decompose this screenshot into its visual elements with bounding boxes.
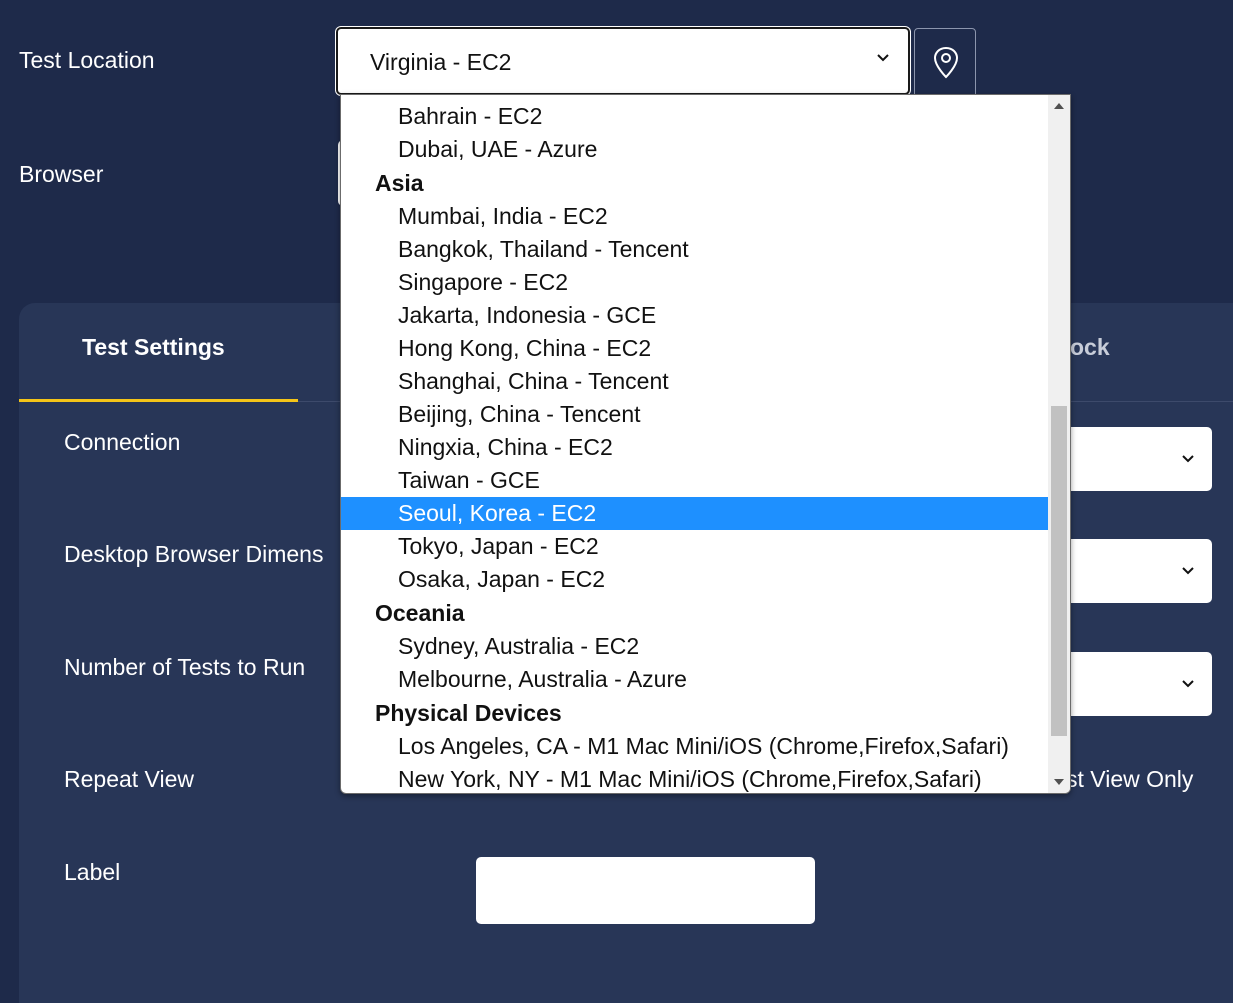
location-dropdown-list[interactable]: Bahrain - EC2 Dubai, UAE - Azure Asia Mumba… bbox=[340, 94, 1071, 794]
chevron-down-icon bbox=[1182, 567, 1194, 575]
dropdown-option[interactable]: Singapore - EC2 bbox=[341, 266, 1048, 299]
active-tab-underline bbox=[19, 399, 298, 402]
repeat-view-label: Repeat View bbox=[64, 766, 194, 792]
dropdown-option[interactable]: Sydney, Australia - EC2 bbox=[341, 630, 1048, 663]
test-location-value: Virginia - EC2 bbox=[370, 49, 512, 75]
test-location-select[interactable]: Virginia - EC2 bbox=[336, 27, 910, 95]
connection-select[interactable] bbox=[1060, 427, 1212, 491]
dropdown-scrollbar[interactable] bbox=[1048, 95, 1070, 793]
dropdown-option[interactable]: Melbourne, Australia - Azure bbox=[341, 663, 1048, 696]
chevron-down-icon bbox=[1182, 680, 1194, 688]
test-location-label: Test Location bbox=[19, 47, 155, 73]
optgroup-label: Asia bbox=[375, 170, 424, 196]
dropdown-option[interactable]: Bahrain - EC2 bbox=[341, 100, 1048, 133]
dropdown-option[interactable]: Mumbai, India - EC2 bbox=[341, 200, 1048, 233]
chevron-down-icon bbox=[1182, 455, 1194, 463]
dropdown-option[interactable]: Shanghai, China - Tencent bbox=[341, 365, 1048, 398]
first-view-only-option[interactable]: st View Only bbox=[1066, 766, 1193, 793]
number-of-tests-label: Number of Tests to Run bbox=[64, 654, 306, 680]
browser-label: Browser bbox=[19, 161, 104, 187]
browser-dimensions-select[interactable] bbox=[1060, 539, 1212, 603]
optgroup-label: Physical Devices bbox=[375, 700, 562, 726]
dropdown-option[interactable]: Seoul, Korea - EC2 bbox=[341, 497, 1048, 530]
dropdown-option[interactable]: Jakarta, Indonesia - GCE bbox=[341, 299, 1048, 332]
scroll-up-arrow-icon[interactable] bbox=[1054, 103, 1064, 109]
dropdown-option[interactable]: New York, NY - M1 Mac Mini/iOS (Chrome,F… bbox=[341, 763, 1048, 793]
label-field-label: Label bbox=[64, 859, 121, 885]
number-of-tests-select[interactable] bbox=[1060, 652, 1212, 716]
scroll-down-arrow-icon[interactable] bbox=[1054, 779, 1064, 785]
tab-block[interactable]: ock bbox=[1070, 334, 1110, 361]
dropdown-option[interactable]: Bangkok, Thailand - Tencent bbox=[341, 233, 1048, 266]
dropdown-option[interactable]: Dubai, UAE - Azure bbox=[341, 133, 1048, 166]
dropdown-option[interactable]: Tokyo, Japan - EC2 bbox=[341, 530, 1048, 563]
dropdown-option[interactable]: Hong Kong, China - EC2 bbox=[341, 332, 1048, 365]
tab-test-settings-label: Test Settings bbox=[82, 334, 225, 360]
tab-test-settings[interactable]: Test Settings bbox=[19, 303, 298, 402]
scrollbar-thumb[interactable] bbox=[1051, 406, 1067, 736]
dropdown-option[interactable]: Beijing, China - Tencent bbox=[341, 398, 1048, 431]
dropdown-option[interactable]: Osaka, Japan - EC2 bbox=[341, 563, 1048, 596]
label-input[interactable] bbox=[476, 857, 815, 924]
map-location-button[interactable] bbox=[914, 28, 976, 98]
dropdown-option[interactable]: Ningxia, China - EC2 bbox=[341, 431, 1048, 464]
optgroup-label: Oceania bbox=[375, 600, 465, 626]
dropdown-option[interactable]: Taiwan - GCE bbox=[341, 464, 1048, 497]
connection-label: Connection bbox=[64, 429, 181, 455]
desktop-browser-dimensions-label: Desktop Browser Dimens bbox=[64, 541, 324, 567]
dropdown-option[interactable]: Los Angeles, CA - M1 Mac Mini/iOS (Chrom… bbox=[341, 730, 1048, 763]
map-pin-icon bbox=[933, 46, 959, 79]
chevron-down-icon bbox=[877, 54, 889, 62]
